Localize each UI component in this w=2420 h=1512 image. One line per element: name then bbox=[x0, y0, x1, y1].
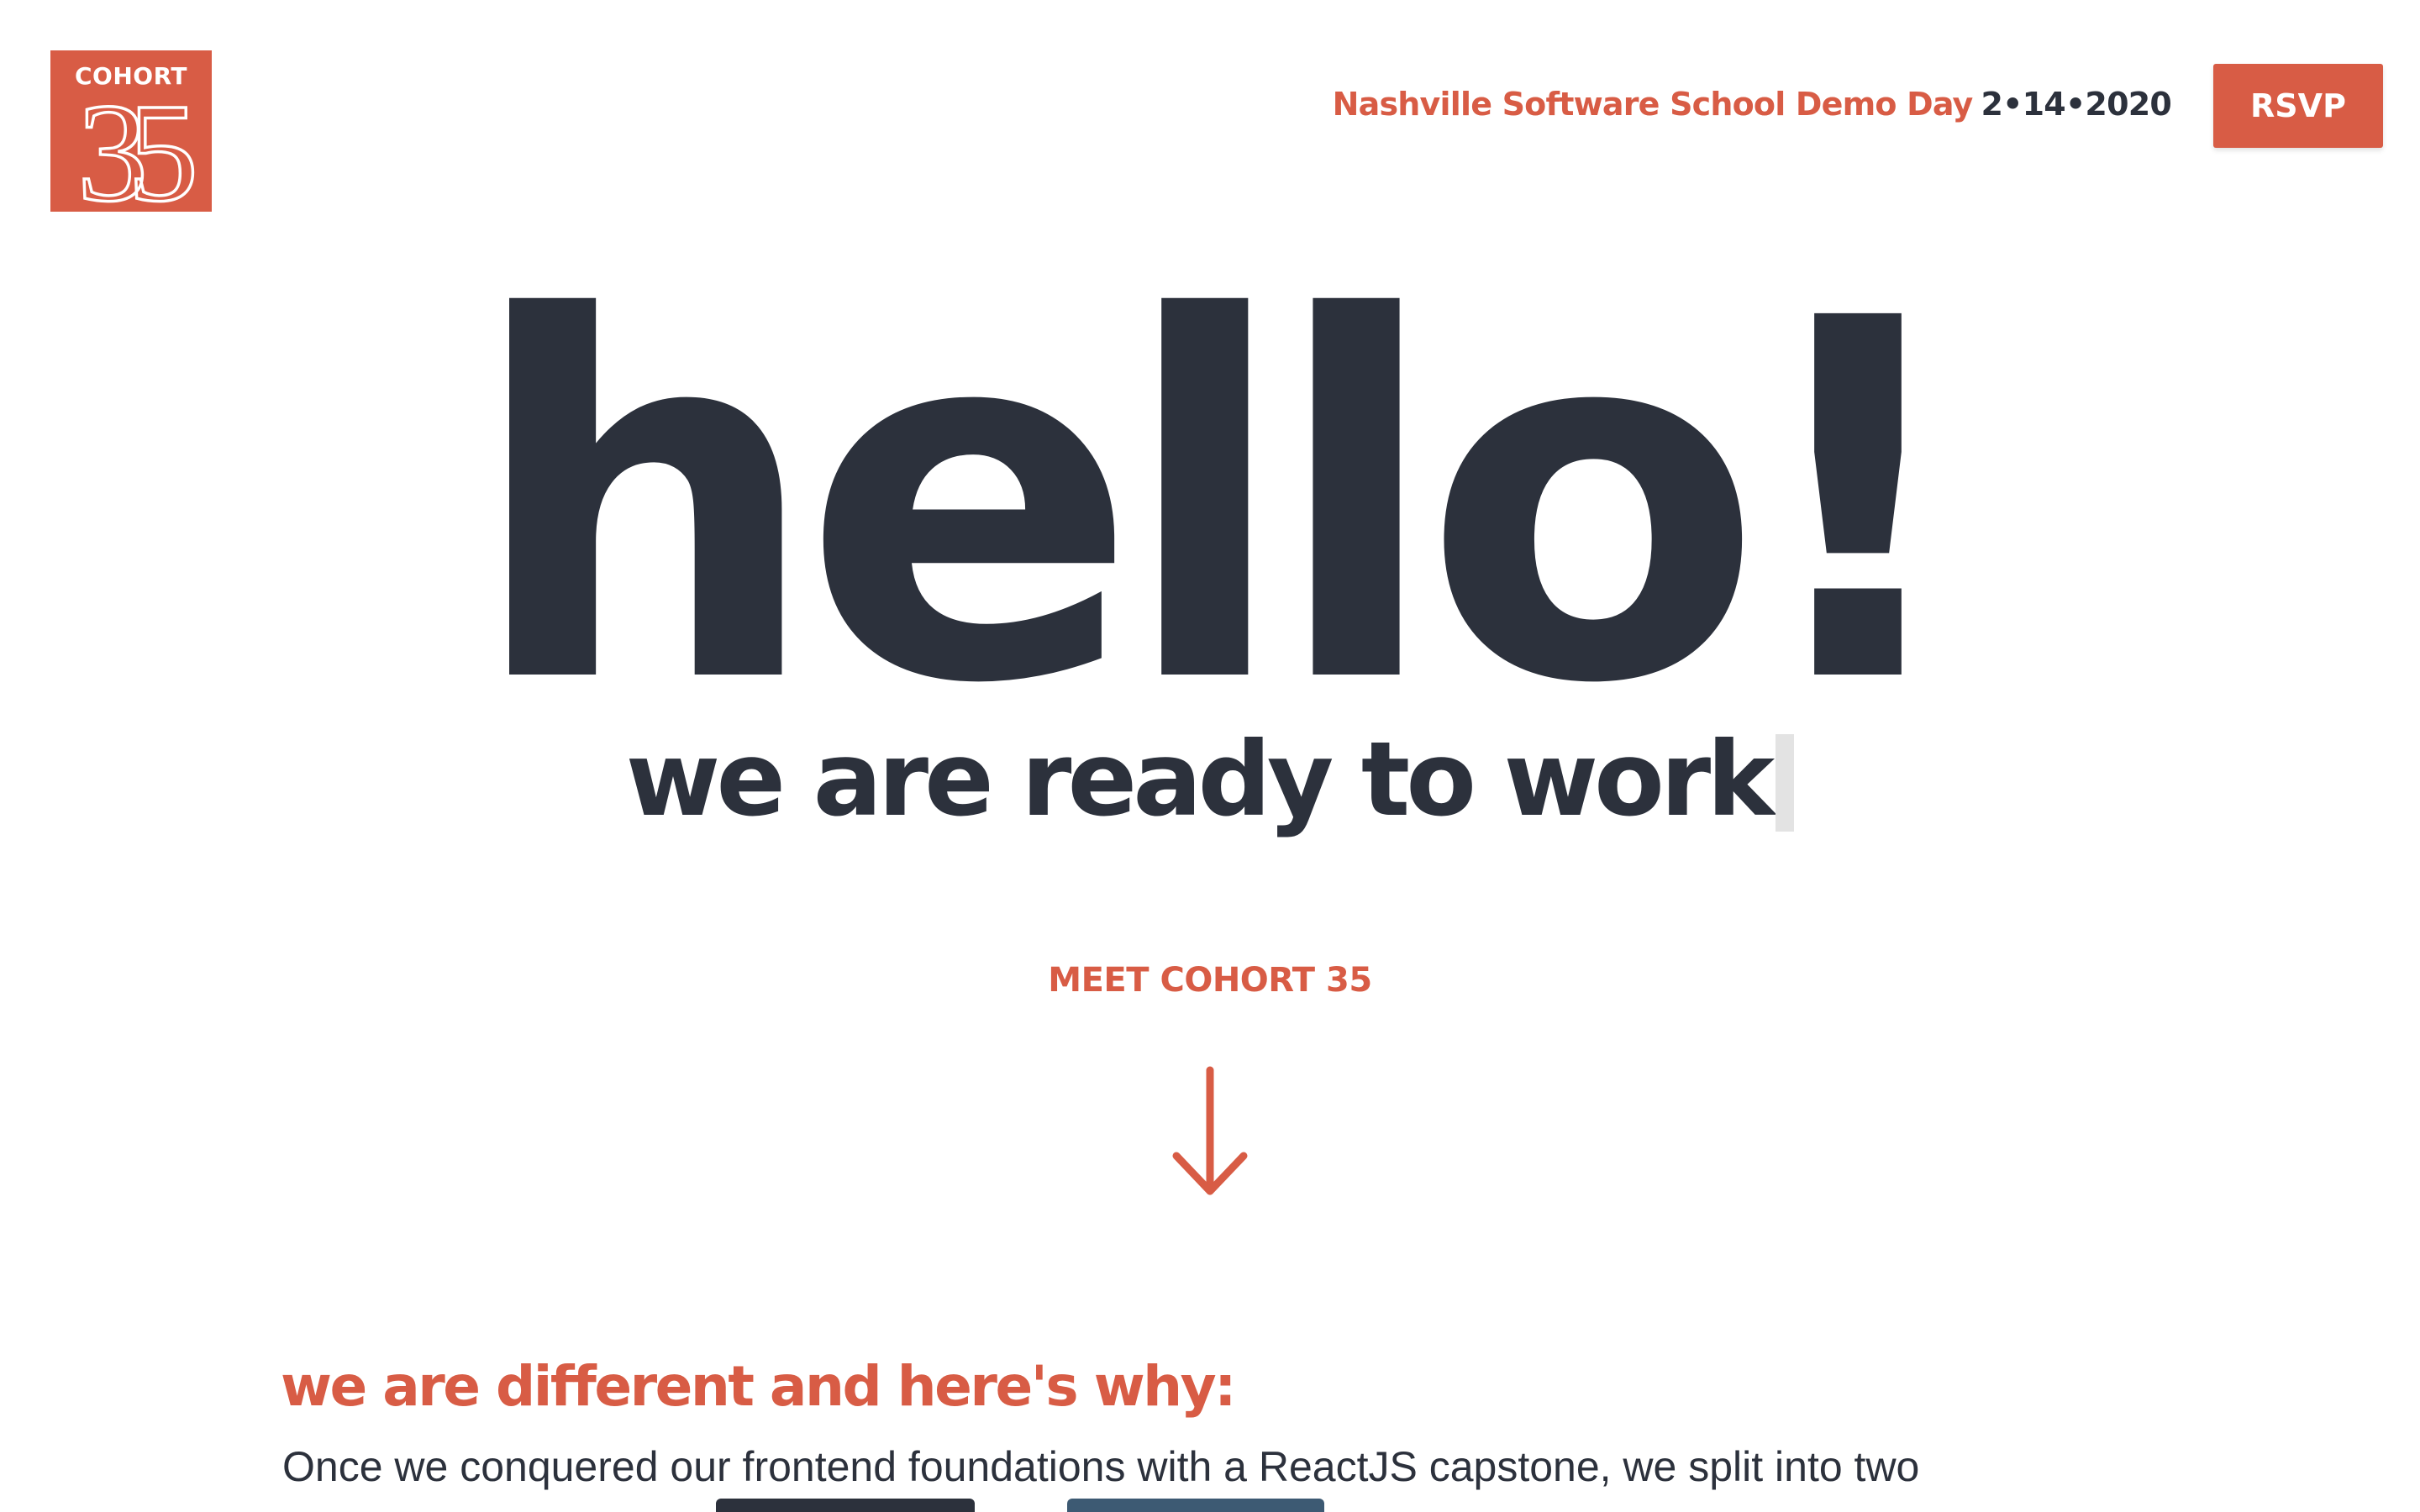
event-date: 2•14•2020 bbox=[1981, 86, 2172, 123]
event-info: Nashville Software School Demo Day 2•14•2… bbox=[1332, 86, 2172, 123]
section-body: Once we conquered our frontend foundatio… bbox=[282, 1443, 1920, 1490]
logo-label: COHORT bbox=[75, 62, 187, 90]
svg-text:35: 35 bbox=[77, 91, 193, 208]
logo-numeral: 35 bbox=[76, 91, 205, 208]
event-name: Nashville Software School Demo Day bbox=[1332, 86, 1974, 123]
hero-subtitle-text: we are ready to work bbox=[625, 720, 1776, 839]
hero-subtitle: we are ready to work bbox=[0, 721, 2420, 838]
section-heading: we are different and here's why: bbox=[281, 1354, 1237, 1419]
hero-title: hello! bbox=[467, 215, 1970, 792]
path-tab-blue[interactable] bbox=[1067, 1499, 1324, 1512]
cohort-logo[interactable]: COHORT 35 bbox=[50, 50, 212, 212]
typing-cursor bbox=[1776, 734, 1795, 832]
path-tab-dark[interactable] bbox=[716, 1499, 975, 1512]
meet-cohort-link[interactable]: MEET COHORT 35 bbox=[0, 961, 2420, 1000]
rsvp-button[interactable]: RSVP bbox=[2213, 64, 2383, 148]
arrow-down-icon[interactable] bbox=[1170, 1065, 1250, 1200]
